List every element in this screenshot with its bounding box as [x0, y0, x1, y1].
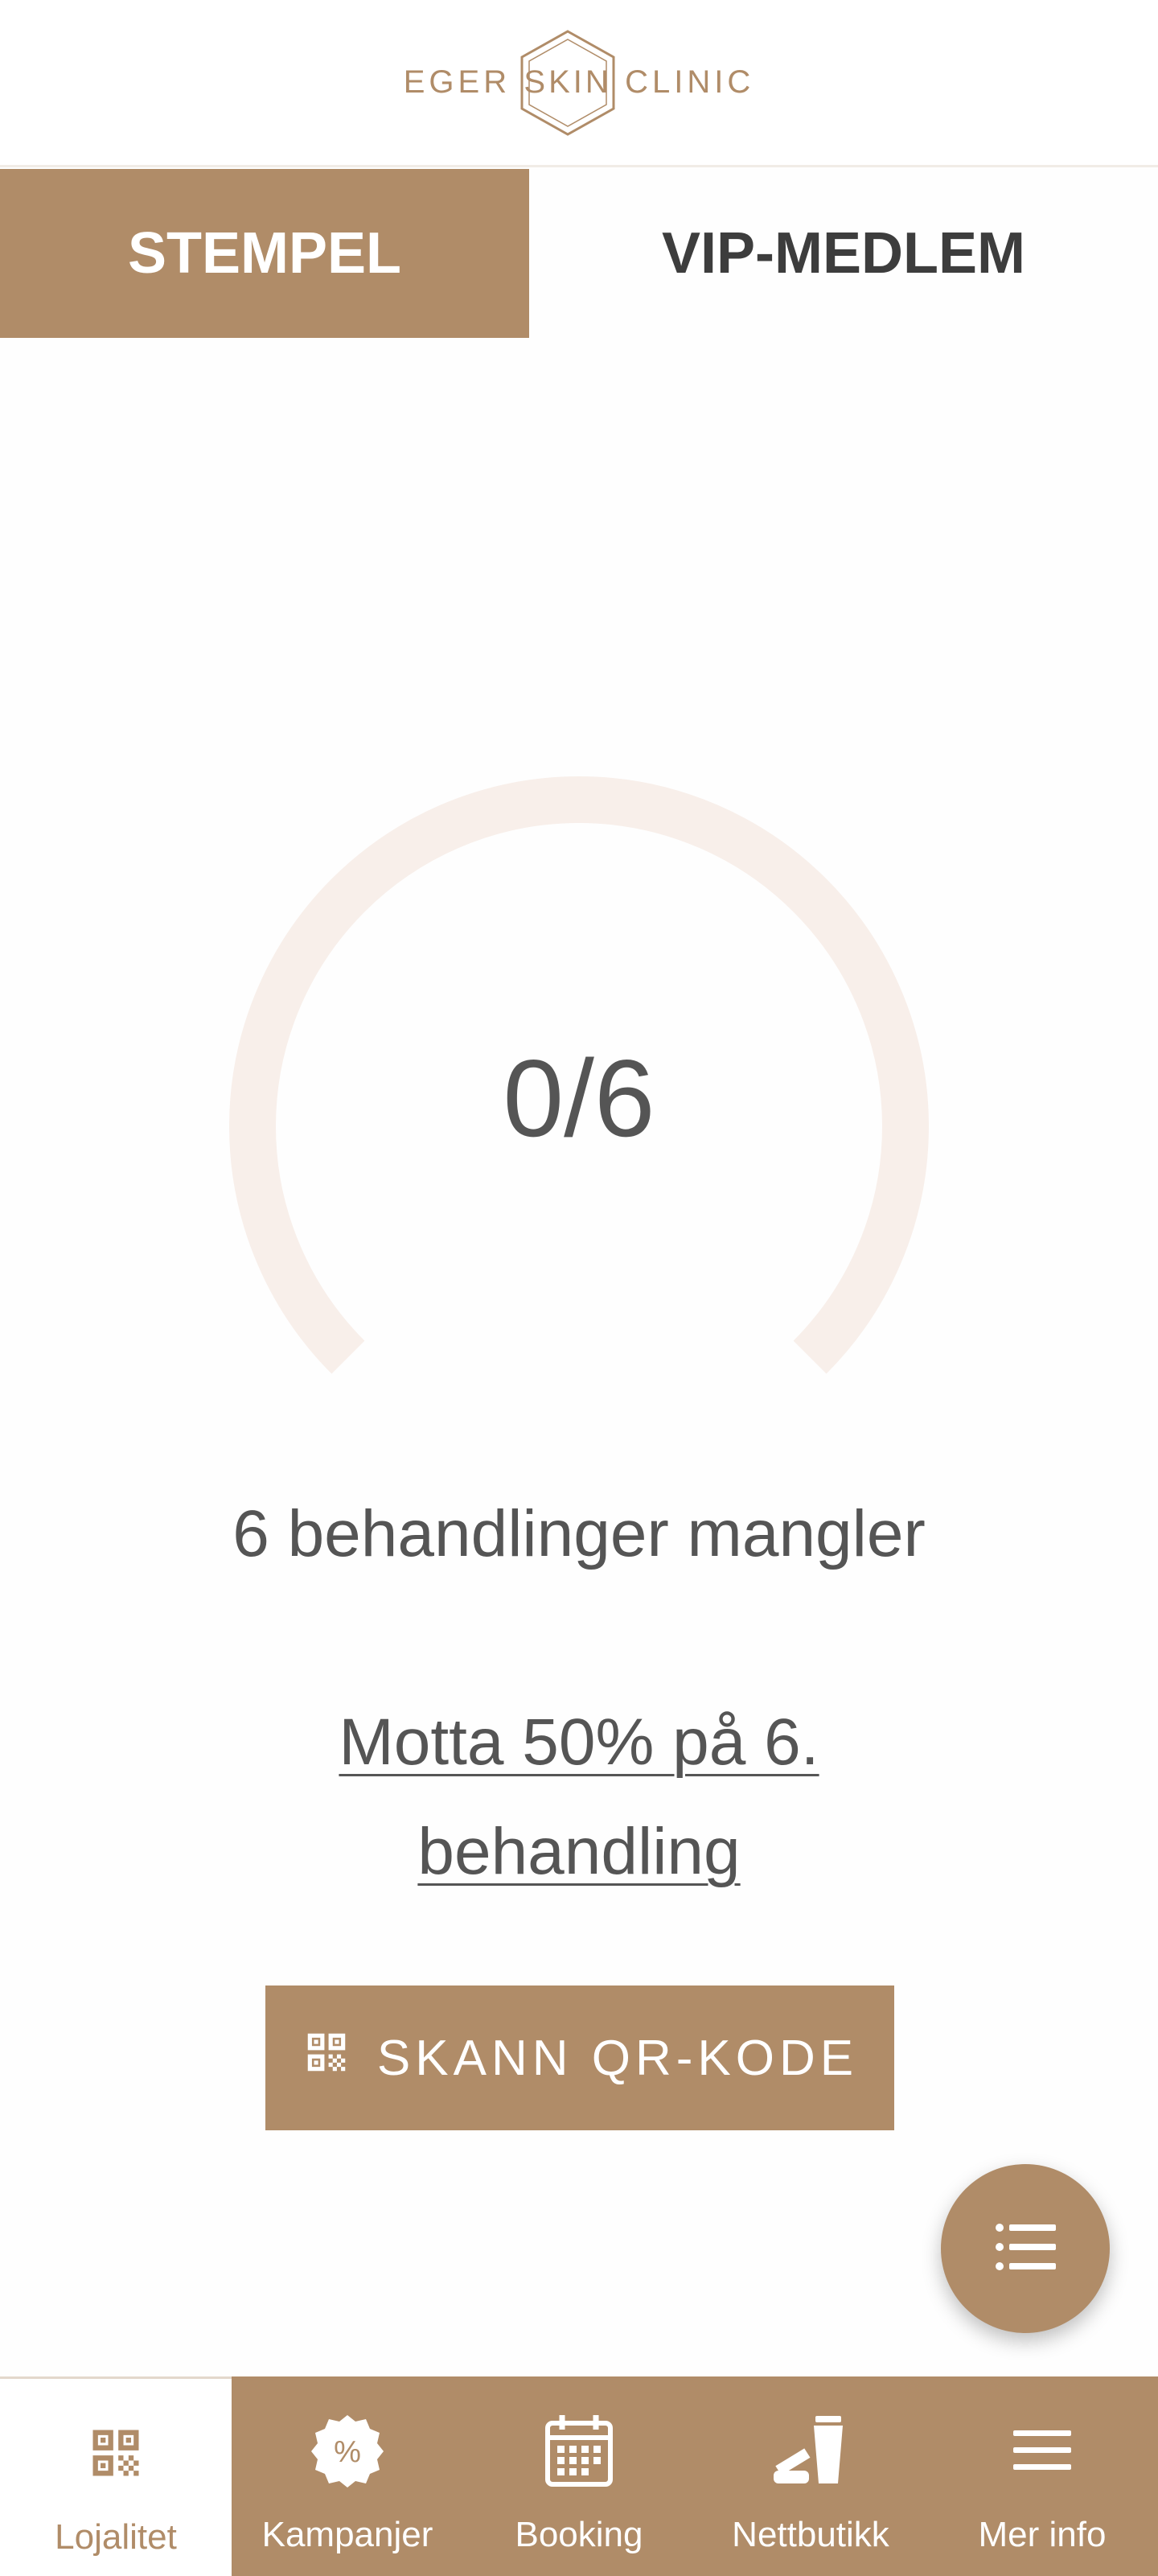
scan-qr-button[interactable]: SKANN QR-KODE	[265, 1985, 894, 2130]
logo-text-center: SKIN	[524, 64, 612, 100]
menu-icon	[1013, 2410, 1071, 2491]
tab-vip-medlem[interactable]: VIP-MEDLEM	[529, 169, 1158, 338]
nav-label-nettbutikk: Nettbutikk	[732, 2515, 889, 2554]
nav-label-booking: Booking	[515, 2515, 643, 2554]
stamp-progress-ring: 0/6	[225, 772, 933, 1416]
nav-item-lojalitet[interactable]: Lojalitet	[0, 2376, 232, 2576]
svg-text:%: %	[334, 2435, 361, 2469]
qr-code-icon	[85, 2413, 146, 2493]
nav-label-lojalitet: Lojalitet	[55, 2517, 177, 2557]
nav-label-kampanjer: Kampanjer	[261, 2515, 433, 2554]
loyalty-screen: EGER SKIN CLINIC STEMPEL VIP-MEDLEM 0/6 …	[0, 0, 1158, 2576]
stamp-count: 0/6	[503, 1037, 655, 1159]
remaining-treatments-text: 6 behandlinger mangler	[232, 1497, 926, 1570]
nav-label-mer-info: Mer info	[978, 2515, 1107, 2554]
nav-item-nettbutikk[interactable]: Nettbutikk	[695, 2376, 926, 2576]
list-fab-button[interactable]	[941, 2164, 1110, 2333]
qr-code-icon	[302, 2027, 351, 2089]
brand-logo: EGER SKIN CLINIC	[404, 28, 755, 138]
tab-bar: STEMPEL VIP-MEDLEM	[0, 169, 1158, 338]
nav-item-kampanjer[interactable]: % Kampanjer	[232, 2376, 463, 2576]
tab-stempel[interactable]: STEMPEL	[0, 169, 529, 338]
nav-item-booking[interactable]: Booking	[463, 2376, 695, 2576]
calendar-icon	[544, 2410, 614, 2491]
offer-link[interactable]: Motta 50% på 6. behandling	[257, 1688, 901, 1907]
percent-badge-icon: %	[309, 2410, 386, 2491]
cosmetics-icon	[770, 2410, 851, 2491]
logo-text-left: EGER	[403, 64, 511, 100]
list-icon	[995, 2223, 1056, 2275]
logo-text-right: CLINIC	[625, 64, 755, 100]
app-header: EGER SKIN CLINIC	[0, 0, 1158, 167]
nav-item-mer-info[interactable]: Mer info	[926, 2376, 1158, 2576]
scan-qr-label: SKANN QR-KODE	[376, 2030, 859, 2086]
logo-hexagon: SKIN	[515, 28, 620, 138]
bottom-navigation: Lojalitet % Kampanjer Booking Nettbutikk…	[0, 2376, 1158, 2576]
